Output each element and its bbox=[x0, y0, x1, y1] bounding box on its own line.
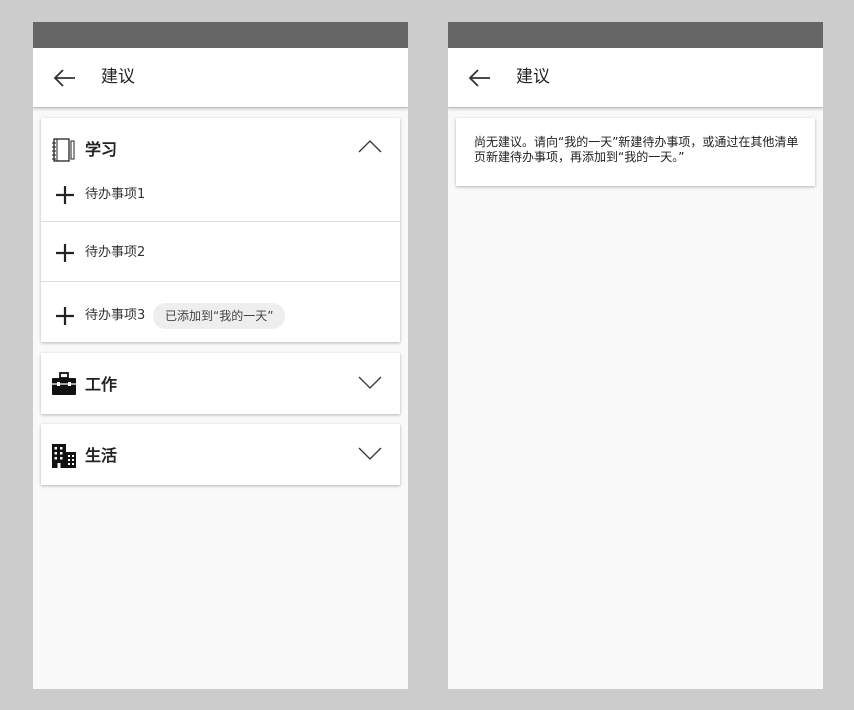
plus-icon[interactable] bbox=[55, 243, 75, 263]
plus-icon[interactable] bbox=[55, 185, 75, 205]
task-row: 待办事项1 bbox=[41, 176, 400, 222]
task-label: 待办事项1 bbox=[85, 187, 146, 202]
briefcase-icon bbox=[51, 371, 77, 397]
category-card-study: 学习 待办事项1 待办事项2 待办事项3 已添加到“我的一天” bbox=[41, 118, 400, 342]
notebook-icon bbox=[51, 137, 77, 163]
category-card-work[interactable]: 工作 bbox=[41, 353, 400, 414]
task-label: 待办事项3 bbox=[85, 308, 146, 323]
chevron-up-icon[interactable] bbox=[358, 138, 382, 153]
category-header-study[interactable]: 学习 bbox=[41, 118, 400, 176]
task-label: 待办事项2 bbox=[85, 245, 146, 260]
chevron-down-icon[interactable] bbox=[358, 375, 382, 389]
back-arrow-icon[interactable] bbox=[53, 66, 77, 90]
status-bar bbox=[448, 22, 823, 48]
category-title-study: 学习 bbox=[85, 140, 118, 159]
added-to-my-day-badge: 已添加到“我的一天” bbox=[153, 303, 286, 329]
page-title: 建议 bbox=[516, 67, 550, 87]
category-title-life: 生活 bbox=[85, 446, 118, 465]
empty-suggestions-card: 尚无建议。请向“我的一天”新建待办事项，或通过在其他清单页新建待办事项，再添加到… bbox=[456, 118, 815, 186]
plus-icon[interactable] bbox=[55, 306, 75, 326]
task-row: 待办事项2 bbox=[41, 222, 400, 282]
buildings-icon bbox=[51, 443, 77, 469]
category-title-work: 工作 bbox=[85, 375, 118, 394]
category-card-life[interactable]: 生活 bbox=[41, 424, 400, 485]
empty-suggestions-message: 尚无建议。请向“我的一天”新建待办事项，或通过在其他清单页新建待办事项，再添加到… bbox=[474, 135, 799, 164]
suggestions-screen-expanded: 建议 学习 待办事项1 待办事项2 待办事项3 已添加到“我的一天” 工作 生活 bbox=[33, 22, 408, 689]
back-arrow-icon[interactable] bbox=[468, 66, 492, 90]
suggestions-screen-empty: 建议 尚无建议。请向“我的一天”新建待办事项，或通过在其他清单页新建待办事项，再… bbox=[448, 22, 823, 689]
app-bar: 建议 bbox=[448, 48, 823, 108]
chevron-down-icon[interactable] bbox=[358, 446, 382, 460]
app-bar: 建议 bbox=[33, 48, 408, 108]
task-row: 待办事项3 已添加到“我的一天” bbox=[41, 282, 400, 343]
status-bar bbox=[33, 22, 408, 48]
page-title: 建议 bbox=[101, 67, 135, 87]
